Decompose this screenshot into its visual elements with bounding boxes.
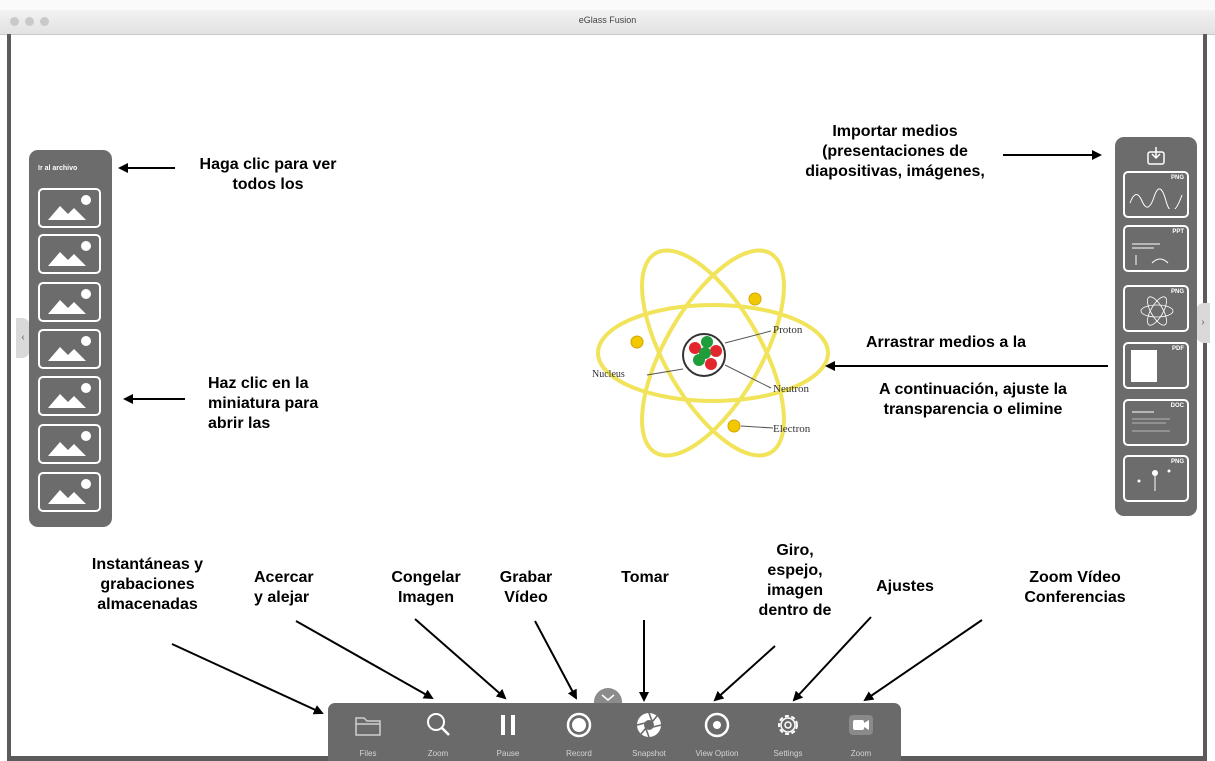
folder-icon bbox=[355, 717, 381, 736]
annotation-record: Grabar Vídeo bbox=[499, 569, 553, 606]
annotation-snapshots: Instantáneas y grabaciones almacenadas bbox=[91, 556, 204, 613]
annotation-view-option: Giro, espejo, imagen dentro de bbox=[758, 542, 832, 619]
settings-button[interactable]: Settings bbox=[754, 703, 822, 761]
files-button[interactable]: Files bbox=[334, 703, 402, 761]
annotation-import-media: Importar medios (presentaciones de diaposi… bbox=[805, 123, 985, 180]
annotation-zoom: Acercar y alejar bbox=[254, 569, 314, 606]
snapshot-button[interactable]: Snapshot bbox=[615, 703, 683, 761]
annotation-freeze: Congelar Imagen bbox=[391, 569, 461, 606]
annotation-thumbnail: Haz clic en la miniatura para abrir las bbox=[208, 375, 319, 432]
annotation-settings: Ajustes bbox=[876, 578, 934, 595]
pause-button[interactable]: Pause bbox=[474, 703, 542, 761]
zoom-meeting-button[interactable]: Zoom bbox=[827, 703, 895, 761]
view-option-button[interactable]: View Option bbox=[683, 703, 751, 761]
gear-icon bbox=[778, 715, 798, 735]
annotation-go-to-file: Haga clic para ver todos los bbox=[199, 156, 337, 193]
annotation-snapshot: Tomar bbox=[621, 569, 669, 586]
record-button[interactable]: Record bbox=[545, 703, 613, 761]
aperture-icon bbox=[636, 712, 662, 738]
record-icon bbox=[566, 712, 592, 738]
magnifier-icon bbox=[427, 713, 450, 736]
bottom-toolbar: Files Zoom Pause Record Snapshot View Op… bbox=[328, 703, 901, 761]
annotation-drag-media: Arrastrar medios a la bbox=[866, 334, 1027, 351]
eye-icon bbox=[704, 712, 730, 738]
annotation-transparency: A continuación, ajuste la transparencia o… bbox=[879, 381, 1067, 418]
annotation-zoom-video: Zoom Vídeo Conferencias bbox=[1024, 569, 1126, 606]
pause-icon bbox=[501, 715, 515, 735]
video-camera-icon bbox=[849, 715, 873, 735]
zoom-button[interactable]: Zoom bbox=[404, 703, 472, 761]
